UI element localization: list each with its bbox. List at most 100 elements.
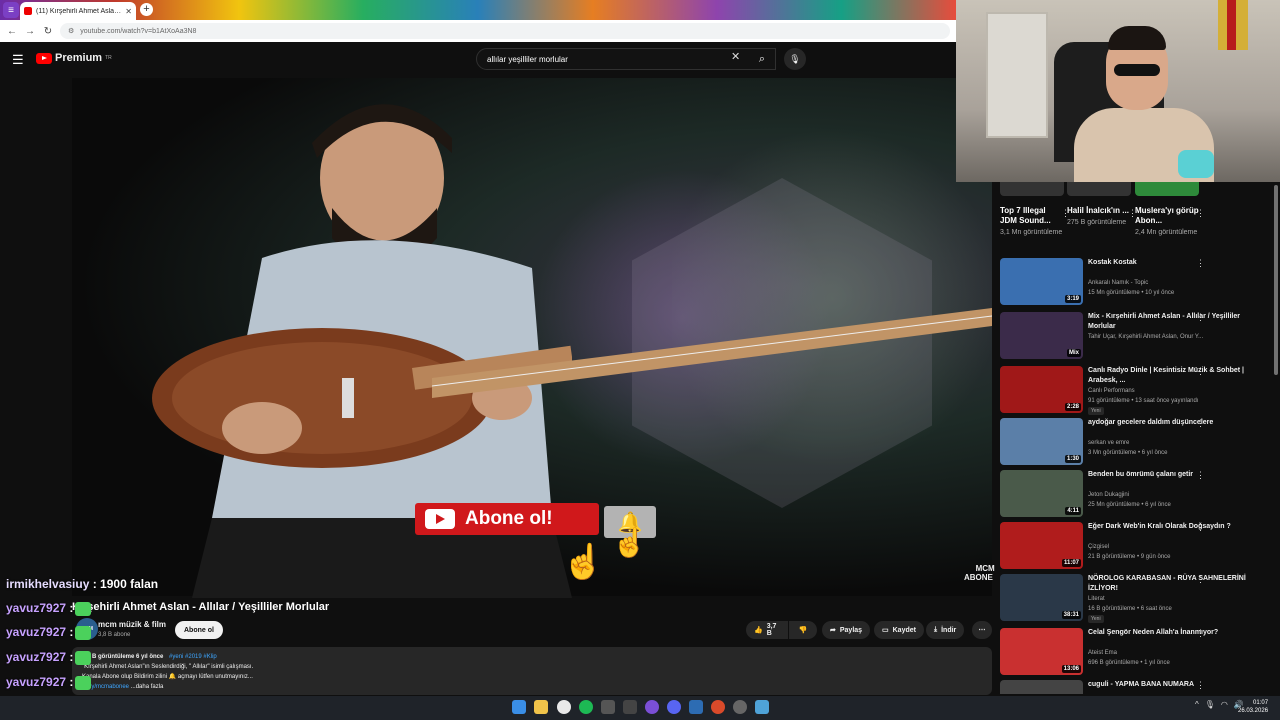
recommendation-thumbnail[interactable]: 1:30 (1000, 418, 1083, 465)
recommendation-title[interactable]: NÖROLOG KARABASAN - RÜYA SAHNELERİNİ İZL… (1088, 574, 1248, 594)
more-vertical-icon[interactable]: ⋮ (1196, 680, 1205, 691)
chat-username: yavuz7927 (6, 650, 67, 664)
short-item[interactable]: Top 7 Illegal JDM Sound... 3,1 Mn görünt… (1000, 182, 1070, 237)
show-more-link[interactable]: ...daha fazla (131, 684, 164, 690)
download-button[interactable]: ⤓ İndir (926, 621, 965, 639)
recommendation-thumbnail[interactable]: 11:07 (1000, 522, 1083, 569)
chevron-up-icon[interactable]: ^ (1195, 700, 1199, 709)
recommendation-channel[interactable]: Canlı Performans (1088, 388, 1135, 394)
recommendation-channel[interactable]: serkan ve emre (1088, 440, 1129, 446)
recommendation-title[interactable]: Canlı Radyo Dinle | Kesintisiz Müzik & S… (1088, 366, 1248, 386)
recommendation-item[interactable]: 38:31 NÖROLOG KARABASAN - RÜYA SAHNELERİN… (1000, 574, 1260, 624)
recommendation-item[interactable]: 1:30 aydoğar gecelere daldım düşüncelere s… (1000, 418, 1260, 468)
description-hashtags[interactable]: #yeni #2019 #Klip (169, 654, 217, 660)
recommendation-title[interactable]: Benden bu ömrümü çalanı getir (1088, 470, 1248, 480)
recommendation-title[interactable]: cuguli - YAPMA BANA NUMARA (1088, 680, 1248, 690)
microphone-tray-icon[interactable]: 🎙 (1205, 700, 1215, 709)
recommendation-item[interactable]: 3:19 Kostak Kostak Ankaralı Namık - Topic 1… (1000, 258, 1260, 308)
more-vertical-icon[interactable]: ⋮ (1196, 574, 1205, 585)
more-vertical-icon[interactable]: ⋮ (1196, 366, 1205, 377)
recommendation-thumbnail[interactable]: 3:19 (1000, 258, 1083, 305)
twitch-icon[interactable] (645, 700, 659, 714)
file-explorer-icon[interactable] (534, 700, 548, 714)
voice-search-button[interactable]: 🎙 (784, 48, 806, 70)
recommendation-channel[interactable]: Ateist Ema (1088, 650, 1117, 656)
like-button[interactable]: 👍 3,7 B (746, 621, 788, 639)
clear-search-icon[interactable]: ✕ (731, 50, 740, 63)
search-button[interactable]: ⌕ (748, 48, 776, 70)
more-vertical-icon[interactable]: ⋮ (1196, 628, 1205, 639)
more-vertical-icon[interactable]: ⋮ (1196, 470, 1205, 481)
chat-username: yavuz7927 (6, 601, 67, 615)
more-actions-button[interactable]: ⋯ (972, 621, 992, 639)
recommendation-item[interactable]: 2:28 Canlı Radyo Dinle | Kesintisiz Müzik… (1000, 366, 1260, 416)
app-icon[interactable] (623, 700, 637, 714)
more-vertical-icon[interactable]: ⋮ (1196, 208, 1205, 219)
discord-icon[interactable] (667, 700, 681, 714)
forward-icon[interactable]: → (24, 26, 36, 37)
short-item[interactable]: Muslera'yı görüp Abon... 2,4 Mn görüntül… (1135, 182, 1205, 237)
short-thumbnail[interactable] (1135, 182, 1199, 196)
chrome-icon[interactable] (557, 700, 571, 714)
youtube-premium-logo[interactable]: Premium TR (36, 52, 112, 64)
close-tab-icon[interactable]: ✕ (125, 7, 132, 16)
youtube-header: ☰ Premium TR allılar yeşilliler morlular… (0, 42, 995, 76)
recommendation-title[interactable]: Eğer Dark Web'in Kralı Olarak Doğsaydın … (1088, 522, 1248, 532)
recommendation-thumbnail[interactable]: Mix (1000, 312, 1083, 359)
browser-tab[interactable]: (11) Kırşehirli Ahmet Aslan - Allı ✕ (20, 2, 136, 20)
recommendation-thumbnail[interactable]: 13:06 (1000, 628, 1083, 675)
recommendation-thumbnail[interactable]: 38:31 (1000, 574, 1083, 621)
recommendation-item[interactable]: cuguli - YAPMA BANA NUMARAKıvanç Aslan⋮ (1000, 680, 1260, 694)
more-vertical-icon[interactable]: ⋮ (1196, 418, 1205, 429)
channel-name[interactable]: mcm müzik & film (98, 620, 166, 629)
windows-start-icon[interactable] (512, 700, 526, 714)
new-tab-button[interactable]: + (140, 3, 153, 16)
short-title[interactable]: Halil İnalcık'ın ... (1067, 206, 1131, 216)
more-vertical-icon[interactable]: ⋮ (1196, 312, 1205, 323)
spotify-icon[interactable] (579, 700, 593, 714)
short-thumbnail[interactable] (1000, 182, 1064, 196)
recommendation-title[interactable]: Kostak Kostak (1088, 258, 1248, 268)
browser-menu-icon[interactable]: ≡ (3, 2, 19, 18)
recommendation-channel[interactable]: Tahir Uçar, Kırşehirli Ahmet Aslan, Onur… (1088, 334, 1203, 340)
address-bar[interactable]: ⚙ youtube.com/watch?v=b1AtXoAa3N8 (60, 23, 950, 39)
back-icon[interactable]: ← (6, 26, 18, 37)
recommendation-item[interactable]: 13:06 Celal Şengör Neden Allah'a İnanmıyo… (1000, 628, 1260, 678)
recommendation-channel[interactable]: Jeton Dukagjini (1088, 492, 1129, 498)
recommendation-title[interactable]: Mix - Kırşehirli Ahmet Aslan - Allılar /… (1088, 312, 1248, 332)
recommendation-item[interactable]: Mix Mix - Kırşehirli Ahmet Aslan - Allıla… (1000, 312, 1260, 362)
more-vertical-icon[interactable]: ⋮ (1196, 258, 1205, 269)
more-vertical-icon[interactable]: ⋮ (1196, 522, 1205, 533)
taskbar-clock[interactable]: 01:07 26.03.2026 (1238, 699, 1268, 715)
recommendation-thumbnail[interactable]: 4:11 (1000, 470, 1083, 517)
app-icon[interactable] (601, 700, 615, 714)
short-thumbnail[interactable] (1067, 182, 1131, 196)
recommendation-thumbnail[interactable] (1000, 680, 1083, 694)
short-title[interactable]: Top 7 Illegal JDM Sound... (1000, 206, 1064, 226)
subscribe-button[interactable]: Abone ol (175, 621, 223, 639)
video-player[interactable]: Abone ol! 🔔 ☝ ☝ MCM ABONE OL (72, 78, 1006, 598)
sidebar-scrollbar[interactable] (1274, 185, 1278, 375)
share-button[interactable]: ➦ Paylaş (822, 621, 871, 639)
short-title[interactable]: Muslera'yı görüp Abon... (1135, 206, 1199, 226)
app-icon[interactable] (733, 700, 747, 714)
wifi-icon[interactable]: ◠ (1221, 700, 1228, 709)
site-info-icon[interactable]: ⚙ (68, 27, 74, 35)
recommendation-item[interactable]: 11:07 Eğer Dark Web'in Kralı Olarak Doğsa… (1000, 522, 1260, 572)
recommendation-channel[interactable]: Literat (1088, 596, 1105, 602)
recommendation-channel[interactable]: Çizgisel (1088, 544, 1109, 550)
recommendation-thumbnail[interactable]: 2:28 (1000, 366, 1083, 413)
recommendation-title[interactable]: aydoğar gecelere daldım düşüncelere (1088, 418, 1248, 428)
steam-icon[interactable] (689, 700, 703, 714)
hamburger-menu-icon[interactable]: ☰ (12, 52, 24, 68)
dislike-button[interactable]: 👎 (789, 621, 817, 639)
short-item[interactable]: Halil İnalcık'ın ... 275 B görüntüleme ⋮ (1067, 182, 1137, 227)
app-icon[interactable] (755, 700, 769, 714)
recommendation-channel[interactable]: Ankaralı Namık - Topic (1088, 280, 1148, 286)
recommendation-title[interactable]: Celal Şengör Neden Allah'a İnanmıyor? (1088, 628, 1248, 638)
reload-icon[interactable]: ↻ (42, 26, 54, 37)
video-description[interactable]: 5,1 B görüntüleme 6 yıl önce #yeni #2019… (72, 647, 992, 695)
browser-icon[interactable] (711, 700, 725, 714)
recommendation-item[interactable]: 4:11 Benden bu ömrümü çalanı getir Jeton D… (1000, 470, 1260, 520)
save-button[interactable]: ▭ Kaydet (874, 621, 924, 639)
